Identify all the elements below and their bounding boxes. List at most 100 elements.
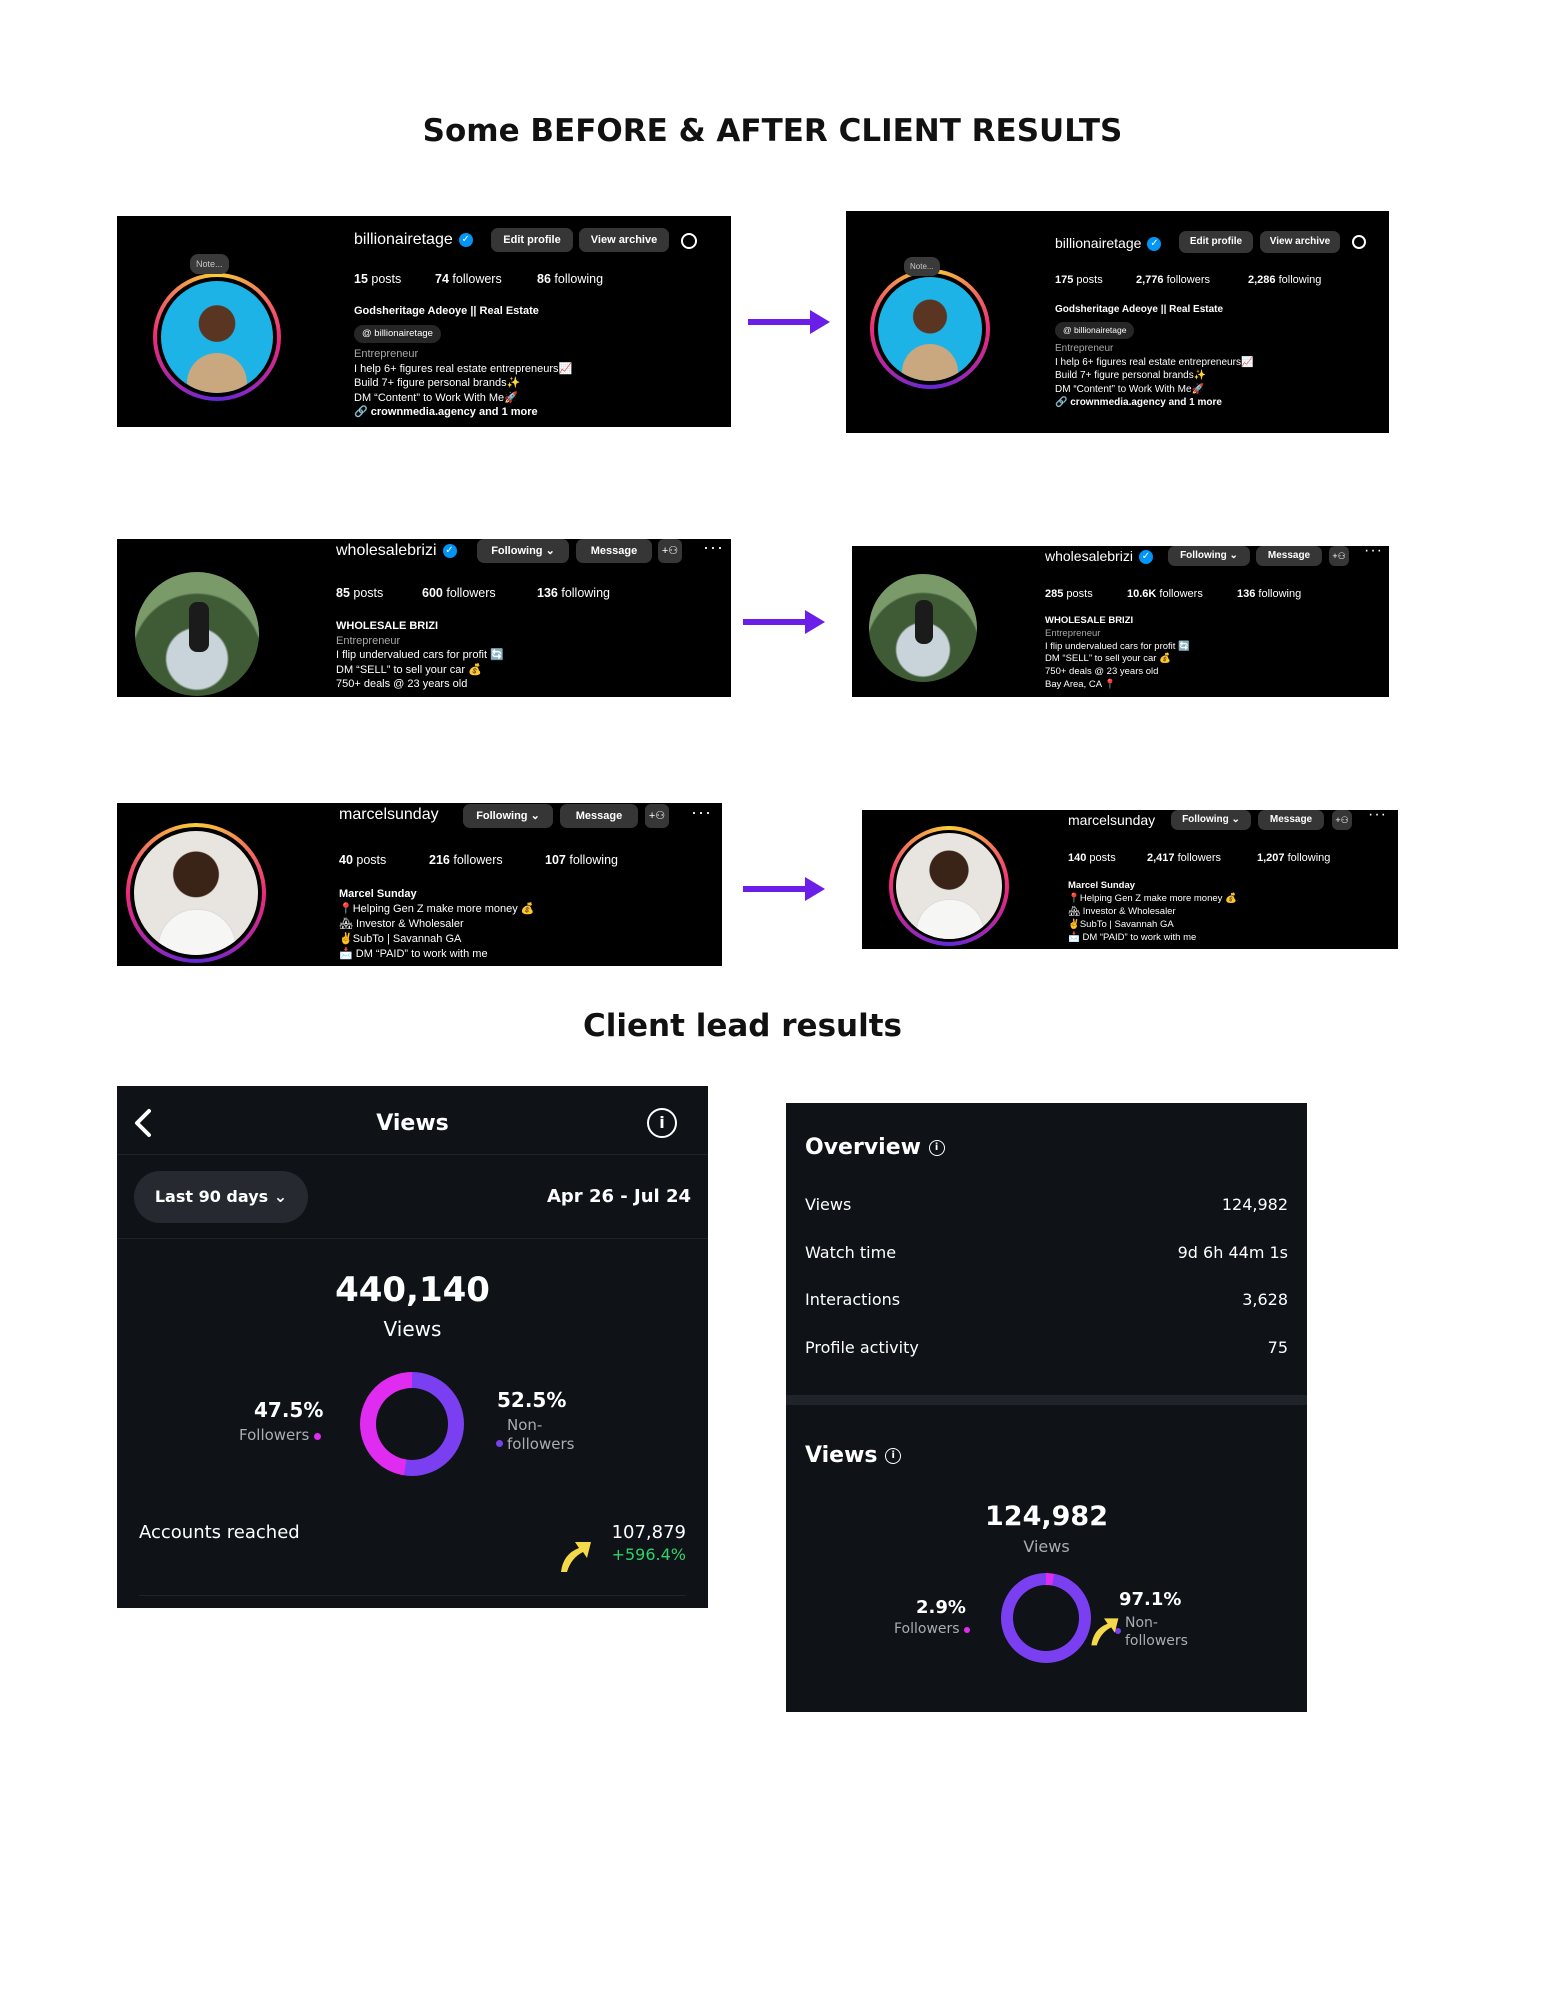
bio-line: I flip undervalued cars for profit 🔄: [336, 649, 504, 661]
view-archive-button[interactable]: View archive: [1260, 231, 1340, 253]
note-bubble[interactable]: Note...: [904, 257, 940, 276]
arrow-right-icon: [743, 877, 825, 901]
avatar[interactable]: [161, 281, 273, 393]
date-range-dropdown[interactable]: Last 90 days ⌄: [134, 1171, 308, 1223]
category: Entrepreneur: [1055, 343, 1114, 354]
edit-profile-button[interactable]: Edit profile: [1179, 231, 1253, 253]
overview-row-label: Profile activity: [805, 1337, 919, 1357]
avatar[interactable]: [896, 833, 1002, 939]
profile-card-wholesalebrizi-before: wholesalebrizi ✓ Following ⌄ Message +⚇ ·…: [117, 539, 731, 697]
chevron-down-icon: ⌄: [273, 1187, 288, 1206]
bio-line: DM “Content” to Work With Me🚀: [354, 391, 518, 404]
bio-block: WHOLESALE BRIZI Entrepreneur I flip unde…: [336, 619, 504, 692]
following-button[interactable]: Following ⌄: [477, 539, 569, 563]
overview-row[interactable]: Profile activity 75: [805, 1338, 1288, 1357]
bio-line: ✌SubTo | Savannah GA: [1068, 919, 1174, 930]
following-button[interactable]: Following ⌄: [1168, 546, 1250, 566]
panel-title: Views: [376, 1111, 449, 1136]
username: marcelsunday: [339, 806, 439, 823]
add-user-icon[interactable]: +⚇: [658, 539, 682, 563]
settings-gear-icon[interactable]: [1352, 235, 1366, 249]
stat-posts[interactable]: 175 posts: [1055, 274, 1103, 286]
stat-followers[interactable]: 216 followers: [429, 853, 503, 867]
display-name: WHOLESALE BRIZI: [1045, 615, 1134, 626]
stat-following[interactable]: 136 following: [1237, 588, 1301, 600]
edit-profile-button[interactable]: Edit profile: [491, 228, 573, 252]
followers-legend: Followers: [239, 1426, 322, 1444]
stat-posts[interactable]: 140 posts: [1068, 852, 1116, 864]
more-options-icon[interactable]: ···: [703, 539, 724, 558]
stat-followers[interactable]: 600 followers: [422, 586, 496, 600]
avatar[interactable]: [135, 572, 259, 696]
overview-row[interactable]: Interactions 3,628: [805, 1290, 1288, 1309]
profile-card-marcelsunday-before: marcelsunday Following ⌄ Message +⚇ ··· …: [117, 803, 722, 966]
more-options-icon[interactable]: ···: [691, 803, 712, 823]
info-icon[interactable]: i: [647, 1108, 677, 1138]
overview-row[interactable]: Watch time 9d 6h 44m 1s: [805, 1243, 1288, 1262]
chevron-down-icon: ⌄: [530, 810, 540, 822]
category: Entrepreneur: [336, 634, 401, 647]
bio-line: 📩 DM “PAID” to work with me: [339, 948, 488, 960]
followers-percent: 2.9%: [916, 1597, 966, 1618]
bio-line: I flip undervalued cars for profit 🔄: [1045, 640, 1190, 652]
message-button[interactable]: Message: [1258, 810, 1324, 830]
nonfollowers-dot-icon: [496, 1440, 503, 1447]
stat-following[interactable]: 86 following: [537, 272, 603, 286]
add-user-icon[interactable]: +⚇: [1332, 810, 1352, 830]
views-insights-panel: Views i Last 90 days ⌄ Apr 26 - Jul 24 4…: [117, 1086, 708, 1608]
bio-link[interactable]: 🔗 crownmedia.agency and 1 more: [354, 405, 572, 420]
bio-line: 750+ deals @ 23 years old: [336, 678, 468, 690]
stat-posts[interactable]: 85 posts: [336, 586, 383, 600]
avatar[interactable]: [134, 831, 258, 955]
story-ring: [889, 826, 1009, 946]
message-button[interactable]: Message: [1256, 546, 1322, 566]
category: Entrepreneur: [354, 348, 419, 360]
stat-following[interactable]: 136 following: [537, 586, 610, 600]
avatar[interactable]: [869, 574, 977, 682]
display-name: Godsheritage Adeoye || Real Estate: [1055, 304, 1224, 315]
stat-posts[interactable]: 285 posts: [1045, 588, 1093, 600]
overview-row[interactable]: Views 124,982: [805, 1195, 1288, 1214]
chevron-down-icon: ⌄: [1231, 814, 1240, 825]
bio-line: 📍Helping Gen Z make more money 💰: [1068, 893, 1237, 904]
bio-line: 750+ deals @ 23 years old: [1045, 666, 1159, 678]
info-icon[interactable]: i: [928, 1140, 945, 1156]
bio-line: DM “SELL” to sell your car 💰: [1045, 653, 1171, 665]
stat-followers[interactable]: 10.6K followers: [1127, 588, 1203, 600]
stat-followers[interactable]: 2,776 followers: [1136, 274, 1210, 286]
stat-following[interactable]: 1,207 following: [1257, 852, 1330, 864]
bio-line: Bay Area, CA 📍: [1045, 678, 1116, 690]
stat-following[interactable]: 2,286 following: [1248, 274, 1321, 286]
message-button[interactable]: Message: [576, 539, 652, 563]
avatar[interactable]: [878, 277, 982, 381]
total-views-value: 124,982: [985, 1501, 1108, 1532]
username: billionairetage ✓: [354, 231, 473, 249]
verified-badge-icon: ✓: [442, 543, 457, 558]
profile-card-marcelsunday-after: marcelsunday Following ⌄ Message +⚇ ··· …: [862, 810, 1398, 949]
following-button[interactable]: Following ⌄: [1171, 810, 1251, 830]
bio-line: Build 7+ figure personal brands✨: [354, 377, 521, 389]
threads-badge[interactable]: @ billionairetage: [1055, 321, 1135, 339]
bio-link[interactable]: 🔗 crownmedia.agency and 1 more: [1055, 396, 1253, 410]
followers-legend: Followers: [894, 1621, 971, 1637]
info-icon[interactable]: i: [885, 1448, 902, 1464]
more-options-icon[interactable]: ···: [1364, 546, 1383, 560]
settings-gear-icon[interactable]: [681, 233, 697, 249]
add-user-icon[interactable]: +⚇: [645, 804, 669, 828]
view-archive-button[interactable]: View archive: [579, 228, 669, 252]
more-options-icon[interactable]: ···: [1368, 810, 1387, 824]
stat-posts[interactable]: 15 posts: [354, 272, 401, 286]
stat-posts[interactable]: 40 posts: [339, 853, 386, 867]
lead-results-heading: Client lead results: [583, 1008, 902, 1044]
threads-badge[interactable]: @ billionairetage: [354, 324, 441, 343]
stat-followers[interactable]: 2,417 followers: [1147, 852, 1221, 864]
following-button[interactable]: Following ⌄: [463, 804, 553, 828]
bio-line: 🏘 Investor & Wholesaler: [1068, 906, 1176, 917]
note-bubble[interactable]: Note...: [190, 254, 229, 274]
story-ring: [126, 823, 266, 963]
stat-following[interactable]: 107 following: [545, 853, 618, 867]
add-user-icon[interactable]: +⚇: [1329, 546, 1349, 566]
message-button[interactable]: Message: [560, 804, 638, 828]
stat-followers[interactable]: 74 followers: [435, 272, 502, 286]
verified-badge-icon: ✓: [1147, 237, 1162, 252]
